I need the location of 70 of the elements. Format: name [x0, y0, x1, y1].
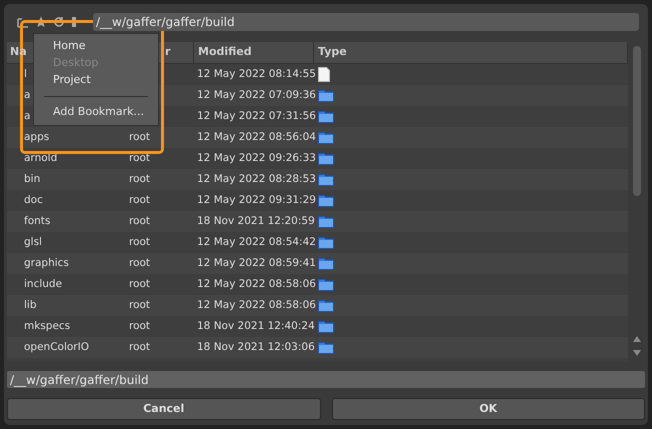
- file-name: fonts: [24, 214, 50, 227]
- folder-icon: [318, 320, 334, 333]
- scroll-down-icon[interactable]: [632, 350, 640, 356]
- folder-icon: [318, 110, 334, 123]
- menu-item[interactable]: Home: [34, 38, 158, 55]
- file-name: mkspecs: [24, 320, 70, 332]
- folder-icon: [318, 257, 334, 270]
- folder-icon: [318, 89, 334, 102]
- folder-icon: [318, 236, 334, 249]
- modified-cell: 12 May 2022 09:31:29: [197, 194, 316, 206]
- column-header[interactable]: Type: [318, 44, 347, 61]
- owner-cell: root: [129, 298, 150, 311]
- column-header[interactable]: Modified: [198, 44, 252, 61]
- file-name: a: [24, 88, 30, 101]
- folder-icon: [318, 194, 334, 207]
- modified-cell: 12 May 2022 08:59:41: [197, 256, 316, 269]
- owner-cell: root: [129, 236, 150, 248]
- scrollbar-thumb[interactable]: [632, 46, 640, 196]
- folder-icon: [318, 215, 334, 228]
- owner-cell: root: [129, 256, 150, 269]
- scroll-up-icon[interactable]: [632, 336, 640, 342]
- dialog-button[interactable]: Cancel: [7, 398, 320, 420]
- modified-cell: 12 May 2022 08:28:53: [197, 172, 316, 185]
- folder-icon: [318, 173, 334, 186]
- owner-cell: root: [129, 130, 150, 143]
- file-name: apps: [24, 130, 50, 143]
- modified-cell: 12 May 2022 09:26:33: [197, 152, 316, 164]
- folder-icon: [318, 152, 334, 165]
- file-name: graphics: [24, 256, 69, 269]
- column-header[interactable]: r: [165, 44, 170, 61]
- owner-cell: root: [129, 214, 150, 227]
- file-name: include: [24, 278, 62, 290]
- modified-cell: 12 May 2022 08:58:06: [197, 298, 316, 311]
- refresh-icon[interactable]: [53, 16, 65, 28]
- file-name: bin: [24, 172, 40, 185]
- file-name: lib: [24, 298, 36, 311]
- folder-up-icon[interactable]: [17, 16, 29, 28]
- folder-icon: [318, 299, 334, 312]
- menu-item[interactable]: Add Bookmark...: [34, 104, 158, 121]
- owner-cell: root: [129, 172, 150, 185]
- owner-cell: root: [129, 152, 150, 164]
- file-name: doc: [24, 194, 43, 206]
- star-icon[interactable]: [35, 16, 47, 28]
- owner-cell: root: [129, 194, 150, 206]
- folder-icon: [318, 278, 334, 291]
- file-name: arnold: [24, 152, 58, 164]
- modified-cell: 12 May 2022 08:56:04: [197, 130, 316, 143]
- dialog-button[interactable]: OK: [332, 398, 645, 420]
- document-icon: [318, 67, 330, 82]
- folder-icon: [318, 341, 334, 354]
- file-name: openColorIO: [24, 340, 89, 353]
- owner-cell: root: [129, 320, 150, 332]
- panel-icon[interactable]: [71, 16, 77, 28]
- file-name: l: [24, 68, 27, 80]
- modified-cell: 12 May 2022 07:09:36: [197, 88, 316, 101]
- menu-item[interactable]: Project: [34, 72, 158, 89]
- modified-cell: 12 May 2022 08:54:42: [197, 236, 316, 248]
- modified-cell: 12 May 2022 08:14:55: [197, 68, 316, 80]
- file-name-field[interactable]: /__w/gaffer/gaffer/build: [7, 371, 645, 388]
- folder-icon: [318, 131, 334, 144]
- owner-cell: root: [129, 340, 150, 353]
- modified-cell: 12 May 2022 08:58:06: [197, 278, 316, 290]
- file-name: glsl: [24, 236, 42, 248]
- modified-cell: 18 Nov 2021 12:20:59: [197, 214, 315, 227]
- path-field[interactable]: /__w/gaffer/gaffer/build: [93, 13, 639, 31]
- modified-cell: 18 Nov 2021 12:03:06: [197, 340, 315, 353]
- owner-cell: root: [129, 278, 150, 290]
- modified-cell: 12 May 2022 07:31:56: [197, 110, 316, 122]
- file-name: a: [24, 110, 30, 122]
- modified-cell: 18 Nov 2021 12:40:24: [197, 320, 315, 332]
